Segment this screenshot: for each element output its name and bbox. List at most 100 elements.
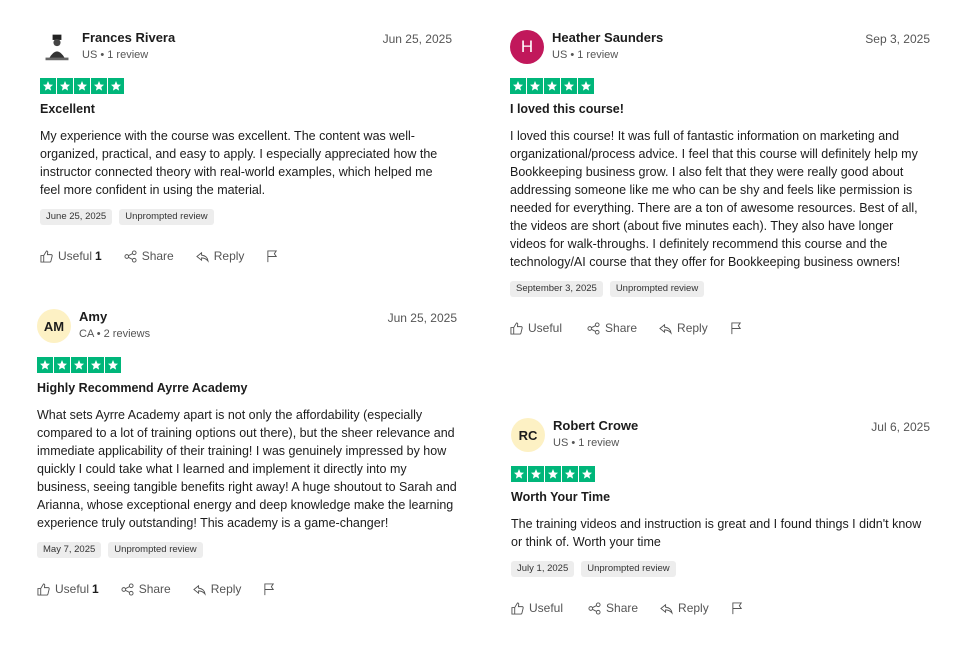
portrait-icon xyxy=(40,30,74,64)
thumbs-up-icon xyxy=(37,582,55,596)
flag-icon xyxy=(266,249,284,263)
experience-date-badge: July 1, 2025 xyxy=(511,561,575,577)
report-button[interactable] xyxy=(731,601,749,615)
review-header: AM Amy CA • 2 reviews Jun 25, 2025 xyxy=(37,309,457,349)
review-date: Jun 25, 2025 xyxy=(382,32,452,46)
review-card: Frances Rivera US • 1 review Jun 25, 202… xyxy=(40,30,452,263)
star-rating xyxy=(37,357,457,373)
useful-count: 1 xyxy=(95,249,102,263)
report-button[interactable] xyxy=(730,321,748,335)
star-rating xyxy=(510,78,930,94)
experience-date-badge: May 7, 2025 xyxy=(37,542,102,558)
share-icon xyxy=(587,321,605,335)
review-body: My experience with the course was excell… xyxy=(40,129,438,197)
review-title[interactable]: Excellent xyxy=(40,101,452,117)
share-icon xyxy=(124,249,142,263)
star-icon xyxy=(74,78,90,94)
thumbs-up-icon xyxy=(40,249,58,263)
thumbs-up-icon xyxy=(510,321,528,335)
thumbs-up-icon xyxy=(511,601,529,615)
report-button[interactable] xyxy=(266,249,284,263)
useful-label: Useful xyxy=(528,321,563,335)
reviewer-name[interactable]: Frances Rivera xyxy=(82,30,175,46)
star-icon xyxy=(561,78,577,94)
reply-label: Reply xyxy=(213,249,245,263)
useful-label: Useful xyxy=(58,249,93,263)
reply-button[interactable]: Reply xyxy=(195,249,245,263)
review-title[interactable]: Highly Recommend Ayrre Academy xyxy=(37,380,457,396)
share-label: Share xyxy=(606,601,639,615)
review-body: The training videos and instruction is g… xyxy=(511,517,922,549)
unprompted-review-badge[interactable]: Unprompted review xyxy=(609,281,705,297)
reply-label: Reply xyxy=(210,582,242,596)
experience-date-badge: September 3, 2025 xyxy=(510,281,603,297)
reviewer-meta: US • 1 review xyxy=(82,49,149,61)
star-icon xyxy=(528,466,544,482)
avatar: H xyxy=(510,30,544,64)
reviewer-meta: CA • 2 reviews xyxy=(79,328,151,340)
review-title[interactable]: Worth Your Time xyxy=(511,489,930,505)
useful-button[interactable]: Useful xyxy=(511,601,566,615)
share-button[interactable]: Share xyxy=(124,249,174,263)
reviewer-name[interactable]: Heather Saunders xyxy=(552,30,663,46)
review-card: RC Robert Crowe US • 1 review Jul 6, 202… xyxy=(511,418,930,615)
review-header: RC Robert Crowe US • 1 review Jul 6, 202… xyxy=(511,418,930,458)
reply-icon xyxy=(192,583,211,596)
flag-icon xyxy=(263,582,281,596)
share-label: Share xyxy=(141,249,174,263)
share-label: Share xyxy=(605,321,638,335)
reply-icon xyxy=(660,602,678,615)
star-icon xyxy=(510,78,526,94)
unprompted-review-badge[interactable]: Unprompted review xyxy=(581,561,676,577)
star-icon xyxy=(527,78,543,94)
share-icon xyxy=(121,582,139,596)
star-icon xyxy=(88,357,104,373)
review-title[interactable]: I loved this course! xyxy=(510,101,930,117)
reply-icon xyxy=(659,322,677,335)
star-icon xyxy=(579,466,595,482)
reviewer-meta: US • 1 review xyxy=(553,437,620,449)
review-header: Frances Rivera US • 1 review Jun 25, 202… xyxy=(40,30,452,70)
star-icon xyxy=(91,78,107,94)
review-header: H Heather Saunders US • 1 review Sep 3, … xyxy=(510,30,930,70)
star-icon xyxy=(105,357,121,373)
avatar: RC xyxy=(511,418,545,452)
reviewer-meta: US • 1 review xyxy=(552,49,619,61)
useful-label: Useful xyxy=(529,601,564,615)
useful-button[interactable]: Useful 1 xyxy=(40,249,102,263)
reviewer-name[interactable]: Robert Crowe xyxy=(553,418,638,434)
share-label: Share xyxy=(138,582,171,596)
review-date: Sep 3, 2025 xyxy=(865,32,930,46)
unprompted-review-badge[interactable]: Unprompted review xyxy=(108,542,203,558)
reply-button[interactable]: Reply xyxy=(659,321,708,335)
reply-button[interactable]: Reply xyxy=(192,582,242,596)
flag-icon xyxy=(731,601,749,615)
star-icon xyxy=(40,78,56,94)
report-button[interactable] xyxy=(263,582,281,596)
star-icon xyxy=(54,357,70,373)
useful-button[interactable]: Useful 1 xyxy=(37,582,99,596)
avatar: AM xyxy=(37,309,71,343)
star-rating xyxy=(40,78,452,94)
star-rating xyxy=(511,466,930,482)
star-icon xyxy=(108,78,124,94)
reply-label: Reply xyxy=(677,321,708,335)
share-button[interactable]: Share xyxy=(587,321,637,335)
share-button[interactable]: Share xyxy=(588,601,638,615)
star-icon xyxy=(511,466,527,482)
share-button[interactable]: Share xyxy=(121,582,171,596)
reviewer-name[interactable]: Amy xyxy=(79,309,150,325)
unprompted-review-badge[interactable]: Unprompted review xyxy=(119,209,214,225)
reply-label: Reply xyxy=(678,601,709,615)
reply-button[interactable]: Reply xyxy=(660,601,709,615)
reply-icon xyxy=(195,250,214,263)
review-body: What sets Ayrre Academy apart is not onl… xyxy=(37,408,457,530)
useful-label: Useful xyxy=(55,582,90,596)
experience-date-badge: June 25, 2025 xyxy=(40,209,113,225)
star-icon xyxy=(545,466,561,482)
star-icon xyxy=(37,357,53,373)
useful-count: 1 xyxy=(92,582,99,596)
star-icon xyxy=(562,466,578,482)
review-date: Jun 25, 2025 xyxy=(387,311,457,325)
useful-button[interactable]: Useful xyxy=(510,321,565,335)
